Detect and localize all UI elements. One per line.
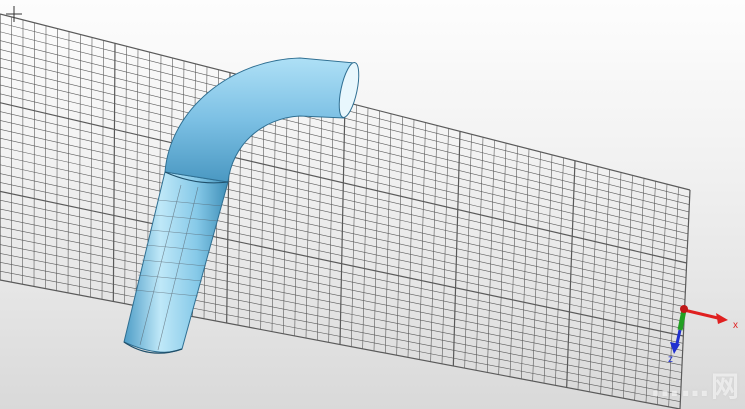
watermark: ……网: [650, 370, 741, 403]
grid-line: [0, 164, 685, 315]
crosshair-icon: [6, 6, 22, 22]
axis-gizmo[interactable]: x z: [668, 305, 738, 365]
grid-line: [0, 261, 681, 395]
z-axis-label: z: [668, 354, 673, 365]
grid-line: [0, 120, 687, 278]
grid-line: [0, 253, 682, 388]
x-axis-label: x: [733, 320, 738, 331]
3d-viewport[interactable]: x z ……网: [0, 0, 745, 409]
grid-line: [0, 155, 685, 308]
grid-line: [0, 279, 681, 409]
grid-line: [0, 244, 682, 381]
pipe-model[interactable]: [123, 57, 363, 354]
scene-canvas[interactable]: x z: [0, 0, 745, 409]
grid-line: [0, 128, 686, 286]
grid-line: [0, 111, 687, 271]
grid-line: [0, 137, 686, 293]
grid-line: [0, 235, 682, 373]
